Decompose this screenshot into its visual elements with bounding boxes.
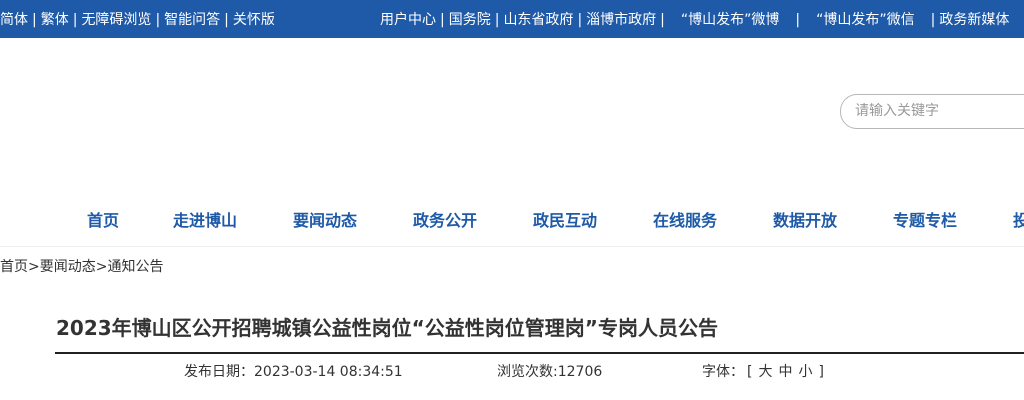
font-bracket-close: ] (818, 364, 824, 380)
nav-item-online-service[interactable]: 在线服务 (653, 207, 717, 231)
title-divider (55, 352, 1024, 354)
link-wechat[interactable]: “博山发布”微信 (816, 12, 915, 28)
breadcrumb-separator: > (28, 259, 40, 275)
separator: | (155, 12, 161, 28)
nav-item-open-data[interactable]: 数据开放 (773, 207, 837, 231)
nav-item-news[interactable]: 要闻动态 (293, 207, 357, 231)
view-count-value: 12706 (557, 364, 603, 380)
nav-item-about-boshan[interactable]: 走进博山 (173, 207, 237, 231)
link-state-council[interactable]: 国务院 (449, 12, 491, 28)
separator: | (32, 12, 37, 28)
separator: | (795, 12, 801, 28)
font-size-selector: 字体：[ 大中小] (702, 361, 827, 381)
font-bracket-open: [ (747, 364, 753, 380)
nav-item-special-topics[interactable]: 专题专栏 (893, 207, 957, 231)
view-count-label: 浏览次数: (497, 364, 558, 380)
separator: | (224, 12, 229, 28)
separator: | (72, 12, 78, 28)
search-box (840, 94, 1024, 129)
breadcrumb-notices[interactable]: 通知公告 (107, 259, 163, 275)
link-smart-qa[interactable]: 智能问答 (164, 12, 220, 28)
top-bar-right-links: 用户中心 | 国务院 | 山东省政府 | 淄博市政府 | “博山发布”微博 | “博山发布”微信 | 政… (380, 9, 1009, 29)
breadcrumb-news[interactable]: 要闻动态 (40, 259, 96, 275)
separator: | (930, 12, 936, 28)
font-size-medium-button[interactable]: 中 (778, 364, 792, 380)
nav-item-home[interactable]: 首页 (87, 207, 119, 231)
publish-date: 发布日期：2023-03-14 08:34:51 (184, 361, 403, 381)
font-size-large-button[interactable]: 大 (758, 364, 772, 380)
link-simplified[interactable]: 简体 (0, 12, 28, 28)
link-weibo[interactable]: “博山发布”微博 (681, 12, 780, 28)
link-shandong-gov[interactable]: 山东省政府 (503, 12, 573, 28)
link-accessibility[interactable]: 无障碍浏览 (81, 12, 151, 28)
nav-item-truncated[interactable]: 投 (1013, 207, 1024, 231)
nav-item-gov-disclosure[interactable]: 政务公开 (413, 207, 477, 231)
publish-date-label: 发布日期： (184, 364, 254, 380)
main-nav: 首页 走进博山 要闻动态 政务公开 政民互动 在线服务 数据开放 专题专栏 投 (0, 207, 1024, 231)
view-count: 浏览次数:12706 (497, 361, 602, 381)
publish-date-value: 2023-03-14 08:34:51 (254, 364, 403, 380)
breadcrumb-separator: > (95, 259, 108, 275)
link-user-center[interactable]: 用户中心 (380, 12, 436, 28)
nav-divider (0, 246, 1024, 247)
font-size-small-button[interactable]: 小 (798, 364, 812, 380)
search-input[interactable] (853, 102, 1024, 120)
link-new-media[interactable]: 政务新媒体 (939, 12, 1009, 28)
font-size-label: 字体： (702, 364, 744, 380)
top-bar: 简体 | 繁体 | 无障碍浏览 | 智能问答 | 关怀版 用户中心 | 国务院 | 山东省政府 | 淄博市政… (0, 0, 1024, 38)
top-bar-left-links: 简体 | 繁体 | 无障碍浏览 | 智能问答 | 关怀版 (0, 9, 275, 29)
link-traditional[interactable]: 繁体 (41, 12, 69, 28)
breadcrumb-home[interactable]: 首页 (0, 259, 28, 275)
link-care-version[interactable]: 关怀版 (233, 12, 275, 28)
article-title: 2023年博山区公开招聘城镇公益性岗位“公益性岗位管理岗”专岗人员公告 (56, 316, 718, 340)
separator: | (494, 12, 500, 28)
nav-item-interaction[interactable]: 政民互动 (533, 207, 597, 231)
separator: | (577, 12, 583, 28)
separator: | (660, 12, 665, 28)
breadcrumb: 首页>要闻动态>通知公告 (0, 256, 163, 276)
link-zibo-gov[interactable]: 淄博市政府 (586, 12, 656, 28)
separator: | (440, 12, 445, 28)
